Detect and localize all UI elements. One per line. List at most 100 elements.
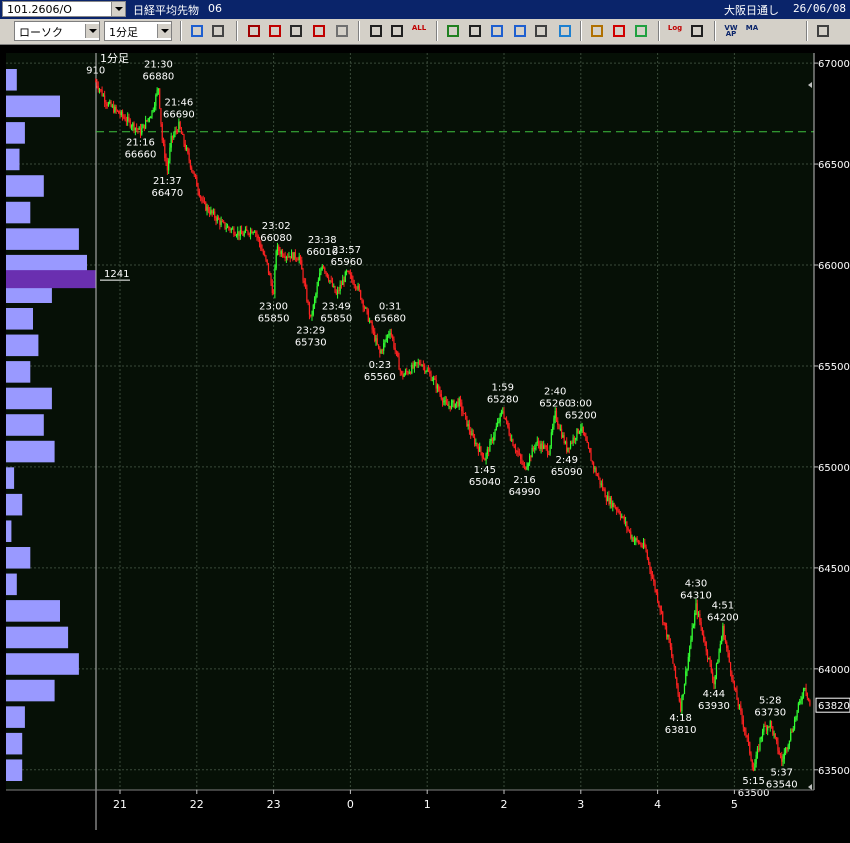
- candle-body: [380, 350, 382, 354]
- candle-body: [719, 644, 721, 652]
- candle-body: [365, 307, 367, 309]
- candle-settings-icon[interactable]: [388, 22, 406, 40]
- candle-body: [322, 265, 325, 269]
- candlestick-chart[interactable]: 1241 1分足910 21:1666660 21:3066880 21:3766470…: [0, 45, 850, 843]
- candle-body: [207, 206, 209, 212]
- trash-icon[interactable]: [556, 22, 574, 40]
- cursor-icon[interactable]: [488, 22, 506, 40]
- volume-profile-bar: [6, 361, 31, 383]
- trend-icon[interactable]: [287, 22, 305, 40]
- candle-body: [548, 453, 550, 455]
- chart-area[interactable]: 1241 1分足 910 21:16 66660 21:30 66880 21:37 66470…: [0, 45, 850, 843]
- candle-body: [118, 110, 120, 114]
- warning-icon[interactable]: [333, 22, 351, 40]
- candle-body: [537, 441, 540, 445]
- candle-body: [421, 364, 423, 366]
- candle-body: [697, 613, 700, 615]
- candle-body: [398, 356, 400, 370]
- candle-body: [753, 767, 755, 771]
- price-annotation: 4:18: [669, 713, 691, 724]
- candle-body: [357, 285, 359, 289]
- candle-body: [594, 468, 596, 470]
- candle-body: [392, 335, 394, 339]
- candle-body: [229, 228, 231, 231]
- candle-body: [765, 726, 767, 731]
- candle-body: [123, 116, 125, 118]
- timeframe-value: 1分足: [109, 26, 138, 39]
- wrench-icon[interactable]: [610, 22, 628, 40]
- candle-body: [632, 537, 634, 542]
- candle-body: [290, 252, 293, 259]
- chevron-down-icon[interactable]: [85, 24, 99, 38]
- candle-body: [577, 428, 579, 434]
- price-annotation: 21:46: [164, 98, 193, 109]
- ma-icon[interactable]: MA: [743, 22, 761, 40]
- candle-body: [609, 497, 611, 504]
- candle-body: [205, 202, 207, 211]
- candle-body: [595, 468, 597, 475]
- candle-body: [312, 304, 314, 315]
- candle-body: [462, 411, 464, 414]
- candle-body: [724, 639, 727, 643]
- candle-body: [726, 642, 728, 648]
- price-annotation: 65280: [487, 394, 519, 405]
- candle-body: [514, 447, 517, 451]
- candle-icon[interactable]: [367, 22, 385, 40]
- candle-body: [715, 663, 718, 676]
- x-tick-label: 23: [267, 798, 281, 811]
- candle-body: [655, 589, 657, 593]
- symbol-select[interactable]: 101.2606/O: [2, 1, 126, 17]
- price-annotation: 21:37: [153, 176, 182, 187]
- pen-icon[interactable]: [444, 22, 462, 40]
- log-icon[interactable]: Log: [666, 22, 684, 40]
- note-icon[interactable]: [532, 22, 550, 40]
- chart-type-select[interactable]: ローソク: [14, 21, 100, 41]
- title-bar: 101.2606/O 日経平均先物 06 大阪日通し 26/06/08: [0, 0, 850, 19]
- candle-body: [613, 503, 615, 508]
- candle-body: [802, 688, 805, 698]
- candle-body: [266, 259, 268, 263]
- undo-icon[interactable]: [511, 22, 529, 40]
- zoom-icon[interactable]: [188, 22, 206, 40]
- candle-body: [274, 268, 276, 294]
- price-annotation: 65730: [295, 338, 327, 349]
- timeframe-select[interactable]: 1分足: [104, 21, 172, 41]
- search-chart-icon[interactable]: [266, 22, 284, 40]
- download-icon[interactable]: [245, 22, 263, 40]
- candle-body: [582, 426, 584, 434]
- candle-body: [627, 528, 629, 530]
- chevron-down-icon[interactable]: [111, 2, 125, 16]
- chevron-down-icon[interactable]: [157, 24, 171, 38]
- candle-body: [494, 430, 496, 437]
- layout-icon[interactable]: [814, 22, 832, 40]
- candle-body: [352, 279, 354, 284]
- volume-profile-bar: [6, 600, 60, 622]
- panel-icon[interactable]: [688, 22, 706, 40]
- line-tool-icon[interactable]: [466, 22, 484, 40]
- candle-body: [681, 696, 683, 712]
- candle-body: [617, 510, 619, 512]
- all-icon[interactable]: ALL: [410, 22, 428, 40]
- candle-body: [690, 639, 692, 649]
- candle-body: [785, 748, 787, 753]
- candle-body: [563, 435, 565, 444]
- vwap-icon[interactable]: VW AP: [722, 22, 740, 40]
- crosshair-icon[interactable]: [209, 22, 227, 40]
- arrows-icon[interactable]: [310, 22, 328, 40]
- candle-body: [619, 513, 622, 518]
- x-tick-label: 1: [424, 798, 431, 811]
- pen-icon-glyph: [447, 25, 459, 37]
- price-annotation: 66690: [163, 110, 195, 121]
- candle-body: [243, 232, 245, 236]
- candle-body: [431, 380, 433, 382]
- toolbar-separator: [180, 21, 182, 41]
- candle-body: [160, 108, 162, 124]
- candle-body: [530, 455, 532, 458]
- pattern-icon[interactable]: [588, 22, 606, 40]
- toolbar: ローソク 1分足 ALL Log VW AP MA: [0, 19, 850, 45]
- rainbow-icon[interactable]: [632, 22, 650, 40]
- candle-body: [289, 256, 291, 259]
- candle-body: [503, 411, 505, 418]
- volume-profile-bar: [6, 547, 31, 569]
- candle-body: [486, 449, 488, 454]
